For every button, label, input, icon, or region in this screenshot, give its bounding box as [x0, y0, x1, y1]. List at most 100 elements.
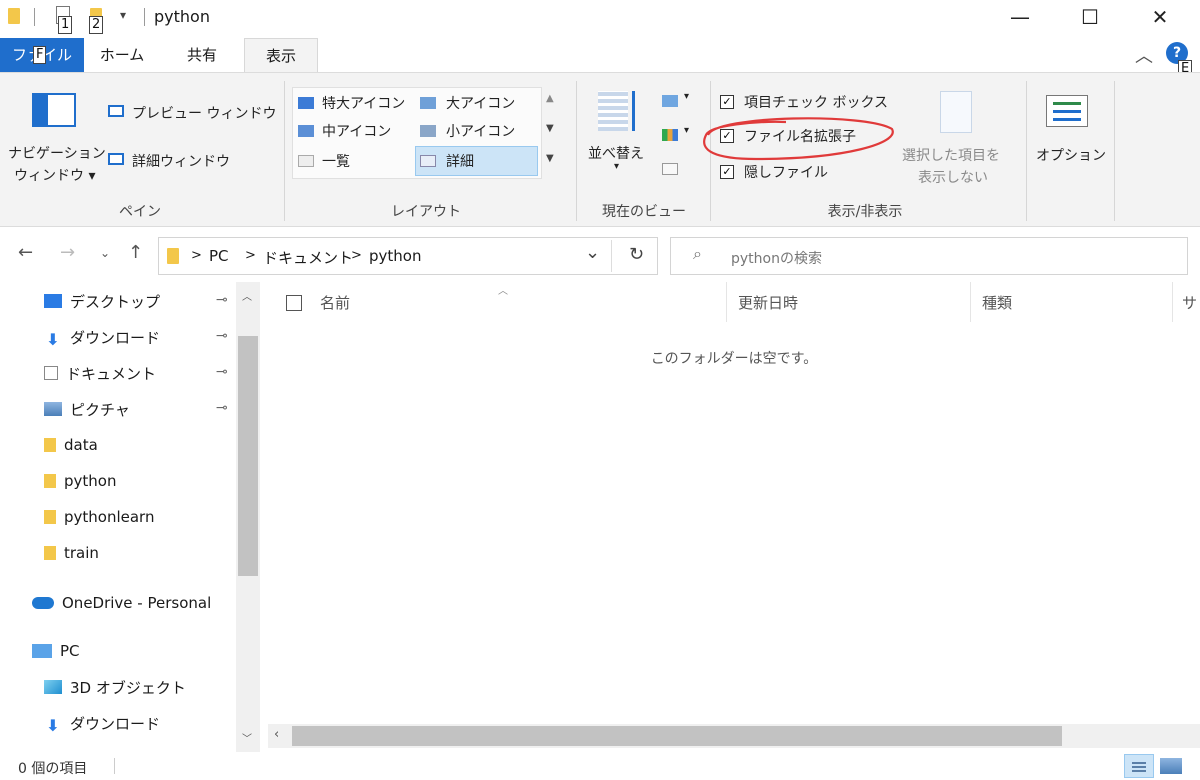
nav-item-pictures[interactable]: ピクチャ: [44, 394, 130, 424]
up-arrow-icon[interactable]: ↑: [128, 242, 143, 263]
details-view-toggle[interactable]: [1124, 754, 1154, 778]
breadcrumb-python[interactable]: python: [369, 247, 421, 265]
breadcrumb-sep: >: [245, 248, 256, 263]
folder-icon: [44, 546, 56, 560]
preview-pane-button[interactable]: プレビュー ウィンドウ: [132, 103, 276, 123]
search-placeholder[interactable]: pythonの検索: [731, 248, 822, 268]
gallery-scroll-up[interactable]: ▲: [546, 93, 554, 104]
size-columns-icon[interactable]: [662, 163, 678, 175]
quick-access-dropdown[interactable]: ▾: [120, 8, 126, 22]
back-arrow-icon[interactable]: ←: [18, 242, 33, 263]
keytip-2: 2: [89, 16, 104, 34]
nav-item-label: pythonlearn: [64, 508, 155, 526]
select-all-checkbox[interactable]: [286, 295, 302, 311]
nav-item-label: train: [64, 544, 99, 562]
small-icons-option[interactable]: 小アイコン: [446, 121, 515, 141]
folder-icon: [44, 510, 56, 524]
nav-item-desktop[interactable]: デスクトップ: [44, 286, 160, 316]
nav-item-documents[interactable]: ドキュメント: [44, 358, 156, 388]
gallery-scroll-down[interactable]: ▼: [546, 123, 554, 134]
breadcrumb-sep: >: [191, 248, 202, 263]
nav-item-pc-downloads[interactable]: ⬇ ダウンロード: [44, 708, 160, 738]
file-list: ︿ 名前 更新日時 種類 サ このフォルダーは空です。: [268, 282, 1200, 726]
group-divider: [1114, 81, 1115, 221]
nav-item-label: デスクトップ: [70, 292, 161, 311]
sort-button[interactable]: 並べ替え: [588, 143, 644, 163]
pin-icon[interactable]: ⊸: [216, 292, 228, 308]
refresh-icon[interactable]: ↻: [629, 244, 644, 265]
column-header-size[interactable]: サ: [1182, 292, 1197, 313]
scroll-thumb[interactable]: [238, 336, 258, 576]
scroll-down-icon[interactable]: ﹀: [242, 730, 252, 745]
desktop-icon: [44, 294, 62, 308]
nav-item-train[interactable]: train: [44, 538, 99, 568]
nav-item-pc[interactable]: PC: [32, 636, 80, 666]
nav-item-3d-objects[interactable]: 3D オブジェクト: [44, 672, 186, 702]
list-option[interactable]: 一覧: [322, 151, 350, 171]
hidden-files-checkbox[interactable]: ✓: [720, 165, 734, 179]
details-pane-button[interactable]: 詳細ウィンドウ: [132, 151, 230, 171]
large-icons-view-toggle[interactable]: [1160, 758, 1182, 774]
horizontal-scrollbar[interactable]: ‹: [268, 724, 1200, 748]
pin-icon[interactable]: ⊸: [216, 328, 228, 344]
item-checkbox-label[interactable]: 項目チェック ボックス: [744, 92, 888, 112]
details-option[interactable]: 詳細: [446, 151, 474, 171]
hide-selected-label-2[interactable]: 表示しない: [918, 167, 988, 187]
address-dropdown-icon[interactable]: ⌄: [585, 242, 600, 263]
group-divider: [284, 81, 285, 221]
forward-arrow-icon[interactable]: →: [60, 242, 75, 263]
hidden-files-label[interactable]: 隠しファイル: [744, 162, 828, 182]
address-bar[interactable]: > PC > ドキュメント > python ⌄ ↻: [158, 237, 658, 275]
options-button[interactable]: オプション: [1036, 145, 1106, 165]
nav-item-data[interactable]: data: [44, 430, 98, 460]
nav-pane-scrollbar[interactable]: ︿ ﹀: [236, 282, 260, 752]
options-icon[interactable]: [1046, 95, 1088, 127]
cube-icon: [44, 680, 62, 694]
breadcrumb-documents[interactable]: ドキュメント: [263, 247, 353, 268]
extra-large-icons-option[interactable]: 特大アイコン: [322, 93, 405, 113]
tab-home[interactable]: ホーム: [92, 38, 152, 72]
pin-icon[interactable]: ⊸: [216, 400, 228, 416]
column-header-date-modified[interactable]: 更新日時: [738, 292, 798, 313]
nav-pane-label-1[interactable]: ナビゲーション: [8, 143, 106, 163]
pc-icon: [32, 644, 52, 658]
hide-selected-icon[interactable]: [940, 91, 972, 133]
search-box[interactable]: ⌕ pythonの検索: [670, 237, 1188, 275]
item-checkbox-checkbox[interactable]: ✓: [720, 95, 734, 109]
tab-share[interactable]: 共有: [172, 38, 232, 72]
group-by-icon[interactable]: [662, 95, 678, 107]
scroll-thumb[interactable]: [292, 726, 1062, 746]
collapse-ribbon-button[interactable]: ︿: [1135, 42, 1153, 68]
hide-selected-label-1[interactable]: 選択した項目を: [902, 145, 1000, 165]
column-header-name[interactable]: 名前: [320, 292, 350, 313]
column-separator[interactable]: [726, 282, 727, 322]
window-title: python: [154, 7, 210, 26]
sort-icon[interactable]: [598, 91, 642, 131]
maximize-button[interactable]: ☐: [1060, 0, 1120, 34]
column-separator[interactable]: [1172, 282, 1173, 322]
nav-item-onedrive[interactable]: OneDrive - Personal: [32, 588, 211, 618]
gallery-expand[interactable]: ▼: [546, 153, 554, 164]
scroll-left-icon[interactable]: ‹: [274, 727, 279, 742]
nav-item-label: ピクチャ: [70, 400, 130, 419]
nav-item-downloads[interactable]: ⬇ ダウンロード: [44, 322, 160, 352]
nav-item-pythonlearn[interactable]: pythonlearn: [44, 502, 154, 532]
scroll-up-icon[interactable]: ︿: [242, 288, 252, 303]
navigation-pane-icon[interactable]: [32, 93, 76, 127]
medium-icons-option[interactable]: 中アイコン: [322, 121, 391, 141]
nav-item-python[interactable]: python: [44, 466, 116, 496]
nav-pane-label-2[interactable]: ウィンドウ ▾: [14, 165, 95, 185]
close-button[interactable]: ✕: [1130, 0, 1190, 34]
recent-locations-chevron-icon[interactable]: ⌄: [100, 246, 110, 260]
group-by-dropdown[interactable]: ▾: [684, 91, 689, 102]
large-icons-option[interactable]: 大アイコン: [446, 93, 515, 113]
add-columns-dropdown[interactable]: ▾: [684, 125, 689, 136]
minimize-button[interactable]: —: [990, 0, 1050, 34]
column-separator[interactable]: [970, 282, 971, 322]
tab-view[interactable]: 表示: [244, 38, 318, 72]
add-columns-icon[interactable]: [662, 129, 678, 141]
column-header-type[interactable]: 種類: [982, 292, 1012, 313]
pin-icon[interactable]: ⊸: [216, 364, 228, 380]
sort-dropdown-icon[interactable]: ▾: [614, 161, 619, 172]
breadcrumb-pc[interactable]: PC: [209, 247, 229, 265]
